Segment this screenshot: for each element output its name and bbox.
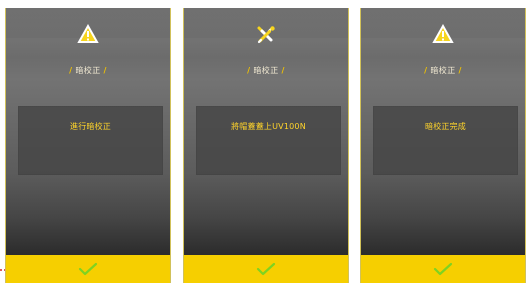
confirm-button[interactable] — [361, 255, 525, 283]
message-box: 將帽蓋蓋上UV100N — [196, 106, 341, 175]
title-right-slash: / — [281, 66, 285, 75]
title-text: 暗校正 — [430, 66, 456, 75]
title-left-slash: / — [69, 66, 73, 75]
confirm-button[interactable] — [6, 255, 170, 283]
message-text: 將帽蓋蓋上UV100N — [231, 122, 306, 131]
screen-dark-calibration-start: / 暗校正 / 進行暗校正 — [5, 8, 171, 283]
warning-triangle-icon — [77, 23, 99, 46]
message-text: 暗校正完成 — [425, 122, 466, 131]
screen-dark-calibration-cap: / 暗校正 / 將帽蓋蓋上UV100N — [183, 8, 349, 283]
title-text: 暗校正 — [75, 66, 101, 75]
message-box: 暗校正完成 — [373, 106, 518, 175]
title-right-slash: / — [103, 66, 107, 75]
checkmark-icon — [433, 262, 453, 276]
screen-dark-calibration-complete: / 暗校正 / 暗校正完成 — [360, 8, 526, 283]
title-text: 暗校正 — [253, 66, 279, 75]
title-right-slash: / — [458, 66, 462, 75]
screen-title: / 暗校正 / — [184, 65, 348, 76]
title-left-slash: / — [247, 66, 251, 75]
screen-title: / 暗校正 / — [361, 65, 525, 76]
message-box: 進行暗校正 — [18, 106, 163, 175]
title-left-slash: / — [424, 66, 428, 75]
warning-triangle-icon — [432, 23, 454, 46]
screen-title: / 暗校正 / — [6, 65, 170, 76]
message-text: 進行暗校正 — [70, 122, 111, 131]
calibration-flow: / 暗校正 / 進行暗校正 / 暗校正 / 將帽蓋蓋上UV100N / 暗校正 … — [0, 0, 526, 284]
tools-icon — [255, 24, 277, 46]
confirm-button[interactable] — [184, 255, 348, 283]
checkmark-icon — [256, 262, 276, 276]
checkmark-icon — [78, 262, 98, 276]
